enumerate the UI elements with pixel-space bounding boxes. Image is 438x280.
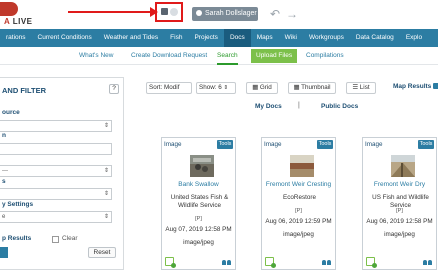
filter-label-4: s bbox=[2, 178, 6, 185]
card-type: Image bbox=[264, 141, 282, 148]
thumbnail-view-button[interactable]: ▦ Thumbnail bbox=[288, 82, 336, 94]
subnav-whats-new[interactable]: What's New bbox=[79, 47, 113, 65]
card-title[interactable]: Fremont Weir Cresting bbox=[262, 181, 335, 188]
chevron-down-icon: ⇕ bbox=[103, 191, 109, 197]
chevron-down-icon: ⇕ bbox=[223, 85, 229, 91]
nav-item-projects[interactable]: Projects bbox=[188, 29, 223, 47]
nav-item-wiki[interactable]: Wiki bbox=[279, 29, 303, 47]
sharing-people-icon bbox=[322, 259, 332, 265]
nav-item-maps[interactable]: Maps bbox=[251, 29, 279, 47]
card-mime-type: image/jpeg bbox=[384, 231, 415, 238]
card-tag: [P] bbox=[295, 208, 302, 214]
search-filter-panel: AND FILTER ? ource ⇕ n --- ⇕ s ⇕ y Settin… bbox=[0, 77, 124, 270]
annotation-arrow-line bbox=[68, 11, 152, 13]
subnav-search[interactable]: Search bbox=[217, 47, 238, 65]
help-button[interactable]: ? bbox=[109, 84, 119, 94]
page: A LIVE Sarah Dollslager ↶ → rations Curr… bbox=[0, 0, 438, 280]
nav-item-data-catalog[interactable]: Data Catalog bbox=[350, 29, 400, 47]
card-date: Aug 06, 2019 12:59 PM bbox=[265, 218, 332, 225]
document-card[interactable]: Image Tools Fremont Weir Cresting EcoRes… bbox=[261, 137, 336, 270]
display-settings-label: y Settings bbox=[2, 201, 34, 208]
display-settings-select[interactable]: e ⇕ bbox=[0, 211, 112, 223]
card-type: Image bbox=[365, 141, 383, 148]
sharing-people-icon bbox=[423, 259, 433, 265]
cart-toggle-icon[interactable] bbox=[170, 8, 178, 16]
grid-view-button[interactable]: ▦ Grid bbox=[246, 82, 278, 94]
nav-item-weather-and-tides[interactable]: Weather and Tides bbox=[98, 29, 164, 47]
add-to-cart-icon[interactable] bbox=[366, 257, 377, 268]
main-nav: rations Current Conditions Weather and T… bbox=[0, 29, 438, 47]
sharing-people-icon bbox=[222, 259, 232, 265]
tab-public-docs[interactable]: Public Docs bbox=[321, 103, 358, 110]
map-results-toggle[interactable]: Map Results bbox=[393, 83, 438, 90]
logo-icon[interactable] bbox=[0, 2, 18, 16]
tools-button[interactable]: Tools bbox=[418, 140, 434, 149]
add-to-cart-icon[interactable] bbox=[165, 257, 176, 268]
grid-icon: ▦ bbox=[252, 84, 259, 91]
checkbox-icon bbox=[433, 83, 438, 89]
card-organization: United States Fish & Wildlife Service bbox=[170, 194, 229, 209]
nav-item-workgroups[interactable]: Workgroups bbox=[303, 29, 350, 47]
card-thumbnail[interactable] bbox=[290, 155, 314, 177]
tab-my-docs[interactable]: My Docs bbox=[255, 103, 282, 110]
back-arrow-icon[interactable]: ↶ bbox=[270, 8, 280, 20]
user-menu-button[interactable]: Sarah Dollslager bbox=[192, 7, 258, 21]
nav-item-explore[interactable]: Explo bbox=[400, 29, 428, 47]
filter-select-3[interactable]: --- ⇕ bbox=[0, 165, 112, 177]
nav-item-current-conditions[interactable]: Current Conditions bbox=[32, 29, 98, 47]
document-card[interactable]: Image Tools Fremont Weir Dry US Fish and… bbox=[362, 137, 437, 270]
document-card[interactable]: Image Tools Bank Swallow United States F… bbox=[161, 137, 236, 270]
filter-select-4[interactable]: ⇕ bbox=[0, 188, 112, 200]
card-organization: EcoRestore bbox=[283, 194, 316, 201]
tools-button[interactable]: Tools bbox=[217, 140, 233, 149]
card-date: Aug 06, 2019 12:58 PM bbox=[366, 218, 433, 225]
reset-button[interactable]: Reset bbox=[88, 247, 116, 258]
card-tag: [P] bbox=[195, 216, 202, 222]
nav-item-operations[interactable]: rations bbox=[0, 29, 32, 47]
nav-item-docs[interactable]: Docs bbox=[223, 29, 251, 47]
card-thumbnail[interactable] bbox=[391, 155, 415, 177]
logo-text: A LIVE bbox=[4, 17, 33, 26]
source-select[interactable]: ⇕ bbox=[0, 120, 112, 132]
filter-label-2: n bbox=[2, 132, 6, 139]
subnav-compilations[interactable]: Compilations bbox=[306, 47, 344, 65]
list-view-button[interactable]: ☰ List bbox=[346, 82, 376, 94]
card-title[interactable]: Fremont Weir Dry bbox=[363, 181, 436, 188]
cart-icon[interactable] bbox=[161, 8, 168, 15]
forward-arrow-icon[interactable]: → bbox=[286, 8, 298, 20]
list-icon: ☰ bbox=[352, 84, 359, 91]
clear-checkbox[interactable] bbox=[52, 236, 59, 243]
subnav-create-download-request[interactable]: Create Download Request bbox=[131, 47, 207, 65]
filter-input-2[interactable] bbox=[0, 143, 112, 155]
card-mime-type: image/jpeg bbox=[183, 239, 214, 246]
card-type: Image bbox=[164, 141, 182, 148]
user-icon bbox=[196, 10, 202, 16]
source-label: ource bbox=[2, 109, 20, 116]
annotation-highlight-box bbox=[155, 2, 183, 22]
sub-nav: What's New Create Download Request Searc… bbox=[0, 47, 438, 65]
chevron-down-icon: ⇕ bbox=[103, 123, 109, 129]
user-name: Sarah Dollslager bbox=[205, 10, 257, 17]
nav-item-fish[interactable]: Fish bbox=[164, 29, 188, 47]
card-mime-type: image/jpeg bbox=[283, 231, 314, 238]
show-count-select[interactable]: Show: 6 ⇕ bbox=[196, 82, 236, 94]
top-bar: A LIVE Sarah Dollslager ↶ → bbox=[0, 0, 438, 29]
chevron-down-icon: ⇕ bbox=[103, 168, 109, 174]
search-button[interactable] bbox=[0, 247, 8, 258]
clear-label: Clear bbox=[62, 235, 78, 242]
map-results-label: p Results bbox=[2, 235, 32, 242]
sort-select[interactable]: Sort: Modif bbox=[146, 82, 192, 94]
add-to-cart-icon[interactable] bbox=[265, 257, 276, 268]
filter-panel-title: AND FILTER bbox=[2, 86, 47, 95]
card-thumbnail[interactable] bbox=[190, 155, 214, 177]
tab-separator: | bbox=[298, 102, 300, 109]
upload-files-button[interactable]: Upload Files bbox=[251, 49, 298, 63]
card-date: Aug 07, 2019 12:58 PM bbox=[165, 226, 232, 233]
card-title[interactable]: Bank Swallow bbox=[162, 181, 235, 188]
card-tag: [P] bbox=[396, 208, 403, 214]
tools-button[interactable]: Tools bbox=[317, 140, 333, 149]
chevron-down-icon: ⇕ bbox=[103, 214, 109, 220]
thumbnail-icon: ▦ bbox=[293, 84, 300, 91]
